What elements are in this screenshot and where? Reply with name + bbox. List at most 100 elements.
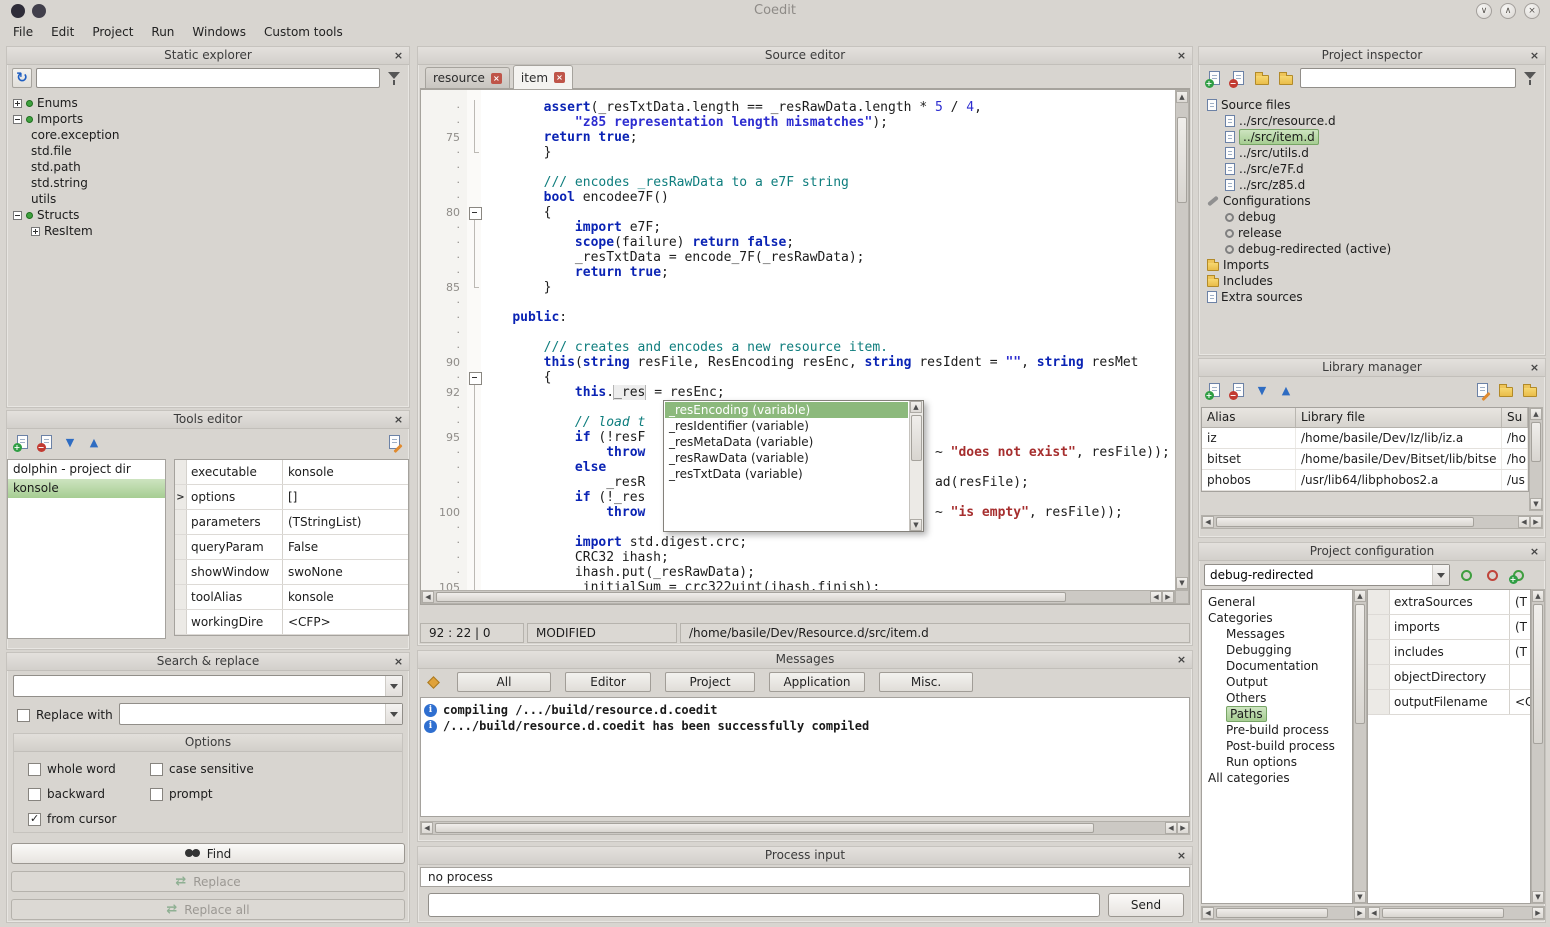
checkbox-icon[interactable] — [28, 788, 41, 801]
property-value[interactable]: <C — [1510, 690, 1530, 714]
checkbox-icon[interactable] — [28, 813, 41, 826]
message-options-button[interactable] — [423, 672, 443, 692]
message-line[interactable]: /.../build/resource.d.coedit has been su… — [424, 718, 1186, 734]
remove-source-button[interactable] — [1228, 68, 1248, 88]
dropdown-icon[interactable] — [1432, 565, 1449, 585]
close-icon[interactable] — [1175, 653, 1188, 666]
maximize-button[interactable]: ∧ — [1500, 3, 1516, 19]
inspector-tree-item[interactable]: debug-redirected (active) — [1201, 241, 1543, 257]
static-tree-item[interactable]: ResItem — [7, 223, 409, 239]
tab-item[interactable]: item — [513, 65, 573, 89]
scroll-track[interactable] — [910, 413, 923, 519]
refresh-button[interactable] — [12, 68, 32, 88]
menu-item-file[interactable]: File — [4, 23, 42, 41]
close-icon[interactable] — [1175, 849, 1188, 862]
completion-item[interactable]: _resRawData (variable) — [665, 450, 908, 466]
add-config-button[interactable] — [1508, 565, 1528, 585]
property-value[interactable]: (T — [1510, 615, 1530, 639]
search-term-input[interactable] — [14, 676, 385, 696]
completion-item[interactable]: _resIdentifier (variable) — [665, 418, 908, 434]
property-value[interactable]: konsole — [283, 585, 408, 609]
send-button[interactable]: Send — [1108, 893, 1184, 917]
tab-close-icon[interactable] — [554, 72, 565, 83]
filter-editor-button[interactable]: Editor — [565, 672, 651, 692]
close-icon[interactable] — [1528, 49, 1541, 62]
scroll-right-icon[interactable] — [1530, 516, 1542, 528]
message-line[interactable]: compiling /.../build/resource.d.coedit — [424, 702, 1186, 718]
scroll-left-icon[interactable] — [1202, 907, 1214, 919]
inspector-tree-item[interactable]: ../src/item.d — [1201, 129, 1543, 145]
properties-vscrollbar[interactable] — [1531, 589, 1545, 904]
config-category[interactable]: Output — [1202, 674, 1352, 690]
filter-button[interactable] — [384, 68, 404, 88]
static-tree-item[interactable]: Enums — [7, 95, 409, 111]
config-category[interactable]: Messages — [1202, 626, 1352, 642]
close-icon[interactable] — [1528, 361, 1541, 374]
property-value[interactable]: (TStringList) — [283, 510, 408, 534]
filter-project-button[interactable]: Project — [665, 672, 755, 692]
process-input-field[interactable] — [428, 893, 1100, 917]
expand-icon[interactable] — [13, 99, 22, 108]
library-row[interactable]: iz/home/basile/Dev/Iz/lib/iz.a/ho — [1202, 428, 1528, 449]
replace-with-checkbox[interactable] — [17, 709, 30, 722]
library-vscrollbar[interactable] — [1529, 407, 1543, 511]
option-backward[interactable]: backward — [28, 787, 150, 801]
dropdown-icon[interactable] — [385, 704, 402, 724]
symbol-search-input[interactable] — [36, 68, 380, 88]
inspector-tree-item[interactable]: Source files — [1201, 97, 1543, 113]
property-value[interactable]: konsole — [283, 460, 408, 484]
replace-term-input[interactable] — [120, 704, 385, 724]
add-source-button[interactable] — [1204, 68, 1224, 88]
scroll-track[interactable] — [1214, 907, 1354, 919]
replace-all-button[interactable]: Replace all — [11, 899, 405, 920]
close-icon[interactable] — [392, 413, 405, 426]
inspector-tree-item[interactable]: Configurations — [1201, 193, 1543, 209]
completion-item[interactable]: _resMetaData (variable) — [665, 434, 908, 450]
scroll-left-icon[interactable] — [1150, 591, 1162, 603]
static-tree-item[interactable]: Imports — [7, 111, 409, 127]
inspector-tree-item[interactable]: ../src/resource.d — [1201, 113, 1543, 129]
menu-item-project[interactable]: Project — [83, 23, 142, 41]
close-window-button[interactable]: × — [1524, 3, 1540, 19]
config-category[interactable]: Debugging — [1202, 642, 1352, 658]
scroll-right-icon[interactable] — [1532, 907, 1544, 919]
scroll-thumb[interactable] — [911, 415, 922, 461]
scroll-thumb[interactable] — [1533, 604, 1543, 744]
property-value[interactable]: swoNone — [283, 560, 408, 584]
categories-vscrollbar[interactable] — [1353, 589, 1367, 904]
config-category[interactable]: Run options — [1202, 754, 1352, 770]
scroll-left-icon[interactable] — [1368, 907, 1380, 919]
sync-config-button[interactable] — [1456, 565, 1476, 585]
scroll-down-icon[interactable] — [1176, 577, 1188, 589]
fold-collapse-icon[interactable] — [467, 370, 481, 385]
option-from-cursor[interactable]: from cursor — [28, 812, 150, 826]
static-tree-item[interactable]: Structs — [7, 207, 409, 223]
inspector-tree-item[interactable]: ../src/e7F.d — [1201, 161, 1543, 177]
scroll-track[interactable] — [1530, 420, 1542, 498]
property-value[interactable]: <CFP> — [283, 610, 408, 634]
scroll-down-icon[interactable] — [1354, 891, 1366, 903]
config-category[interactable]: General — [1202, 594, 1352, 610]
static-tree-item[interactable]: std.file — [7, 143, 409, 159]
scroll-thumb[interactable] — [1216, 517, 1474, 527]
inspector-tree-item[interactable]: Imports — [1201, 257, 1543, 273]
filter-button[interactable] — [1520, 68, 1540, 88]
static-tree-item[interactable]: utils — [7, 191, 409, 207]
configuration-select[interactable] — [1205, 565, 1432, 585]
menu-item-edit[interactable]: Edit — [42, 23, 83, 41]
remove-library-button[interactable] — [1228, 380, 1248, 400]
scroll-track[interactable] — [434, 591, 1150, 603]
library-hscrollbar[interactable] — [1201, 515, 1543, 529]
property-value[interactable]: [] — [283, 485, 408, 509]
property-value[interactable]: (T — [1510, 590, 1530, 614]
scroll-thumb[interactable] — [1531, 422, 1541, 462]
completion-item[interactable]: _resEncoding (variable) — [665, 402, 908, 418]
config-category[interactable]: Categories — [1202, 610, 1352, 626]
close-icon[interactable] — [392, 49, 405, 62]
close-icon[interactable] — [1528, 545, 1541, 558]
scroll-up-icon[interactable] — [910, 401, 922, 413]
inspector-tree-item[interactable]: release — [1201, 225, 1543, 241]
open-folder-button[interactable] — [1276, 68, 1296, 88]
menu-item-custom-tools[interactable]: Custom tools — [255, 23, 352, 41]
option-prompt[interactable]: prompt — [150, 787, 402, 801]
